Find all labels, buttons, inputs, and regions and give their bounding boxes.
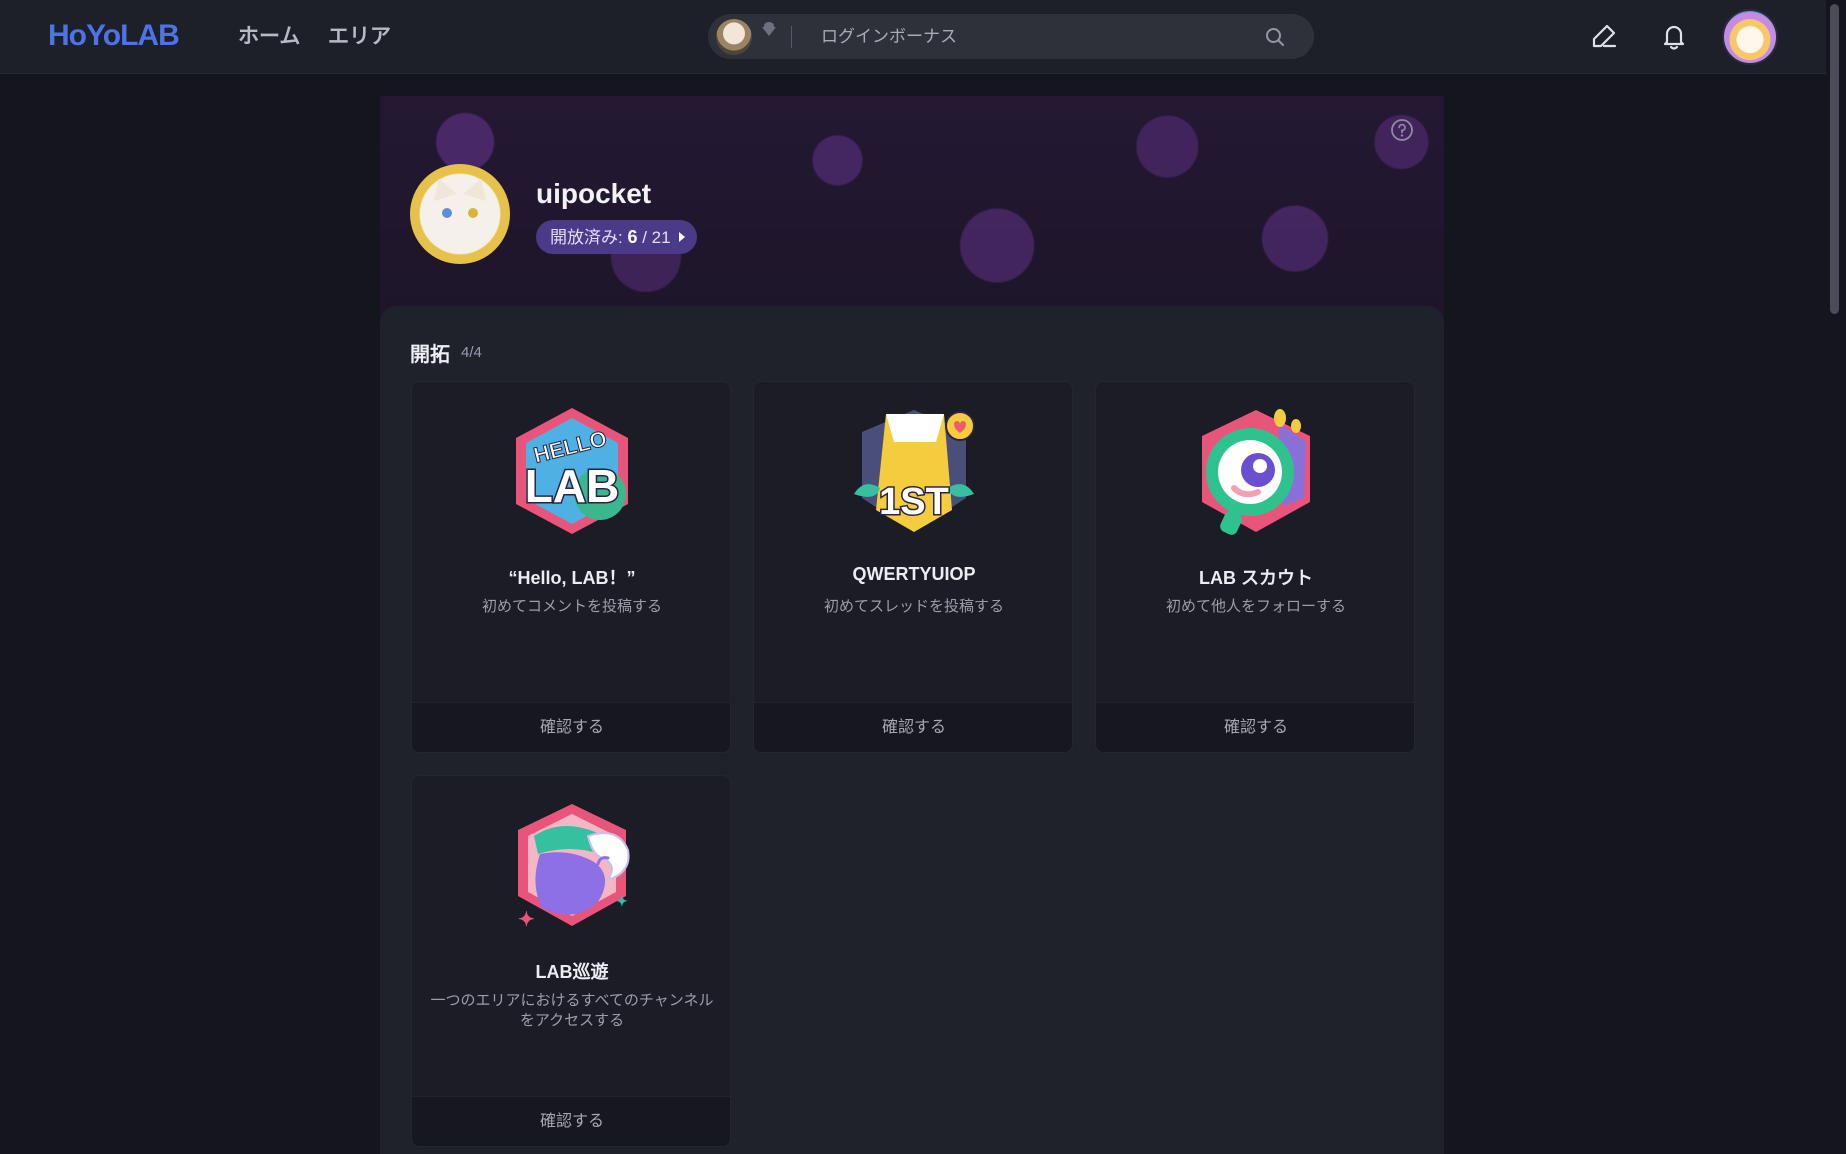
- arrow-right-icon: [678, 232, 685, 242]
- unlocked-total: / 21: [637, 228, 671, 247]
- heart-dropdown-icon[interactable]: [762, 22, 776, 36]
- cat-ear-left: [427, 174, 457, 202]
- first-post-badge-icon: 1ST: [854, 410, 975, 532]
- achievement-card: LAB スカウト 初めて他人をフォローする 確認する: [1095, 381, 1415, 753]
- help-icon[interactable]: [1390, 118, 1414, 142]
- notification-bell-icon[interactable]: [1658, 20, 1690, 52]
- cat-eye-right: [468, 208, 478, 218]
- section-title: 開拓: [410, 344, 450, 366]
- section-count: 4/4: [461, 344, 482, 361]
- search-divider: [791, 26, 792, 48]
- achievement-title: QWERTYUIOP: [852, 564, 976, 584]
- unlocked-count: 6: [627, 227, 638, 247]
- achievement-description: 初めてスレッドを投稿する: [823, 598, 1004, 615]
- unlocked-achievements-pill[interactable]: 開放済み: 6 / 21: [536, 220, 697, 254]
- unlocked-label: 開放済み:: [550, 228, 628, 247]
- svg-text:1ST: 1ST: [879, 481, 949, 523]
- view-achievement-button[interactable]: 確認する: [412, 1096, 730, 1146]
- top-navigation-bar: HoYoLAB ホーム エリア: [0, 0, 1826, 74]
- achievement-title: LAB巡遊: [535, 962, 609, 982]
- achievement-description: 一つのエリアにおけるすべてのチャンネルをアクセスする: [430, 992, 714, 1029]
- achievement-card: ✦ ✦ LAB巡遊 一つのエリアにおけるすべてのチャンネルをアクセスする 確認す…: [411, 775, 731, 1147]
- search-input[interactable]: [821, 22, 1241, 52]
- hoyolab-logo[interactable]: HoYoLAB: [48, 16, 180, 56]
- achievement-card: 1ST QWERTYUIOP 初めてスレッドを投稿する 確認する: [753, 381, 1073, 753]
- view-achievement-button[interactable]: 確認する: [412, 702, 730, 752]
- achievement-description: 初めて他人をフォローする: [1165, 598, 1346, 615]
- winged-boot-badge-icon: ✦ ✦: [518, 804, 630, 931]
- achievement-title: “Hello, LAB！”: [508, 568, 636, 588]
- view-achievement-button[interactable]: 確認する: [1096, 702, 1414, 752]
- game-selector-avatar[interactable]: [716, 19, 752, 55]
- edit-icon[interactable]: [1588, 20, 1620, 52]
- svg-text:✦: ✦: [518, 909, 535, 931]
- achievement-card: HELLO LAB “Hello, LAB！” 初めてコメントを投稿する 確認す…: [411, 381, 731, 753]
- view-achievement-button[interactable]: 確認する: [754, 702, 1072, 752]
- svg-text:LAB: LAB: [525, 460, 620, 512]
- scrollbar-thumb[interactable]: [1830, 4, 1839, 314]
- nav-area-link[interactable]: エリア: [328, 22, 391, 52]
- profile-banner: [380, 96, 1444, 326]
- achievement-description: 初めてコメントを投稿する: [481, 598, 662, 615]
- search-bar: [708, 14, 1314, 59]
- cat-ear-right: [463, 174, 493, 202]
- scout-magnifier-badge-icon: [1202, 409, 1310, 535]
- cat-eye-left: [442, 208, 452, 218]
- user-avatar[interactable]: [1722, 9, 1778, 65]
- achievement-title: LAB スカウト: [1199, 568, 1313, 588]
- svg-text:✦: ✦: [616, 893, 628, 909]
- profile-avatar: [410, 164, 510, 264]
- hello-lab-badge-icon: HELLO LAB: [516, 408, 628, 534]
- search-icon[interactable]: [1264, 26, 1286, 48]
- profile-username: uipocket: [536, 178, 652, 209]
- nav-home-link[interactable]: ホーム: [238, 22, 300, 52]
